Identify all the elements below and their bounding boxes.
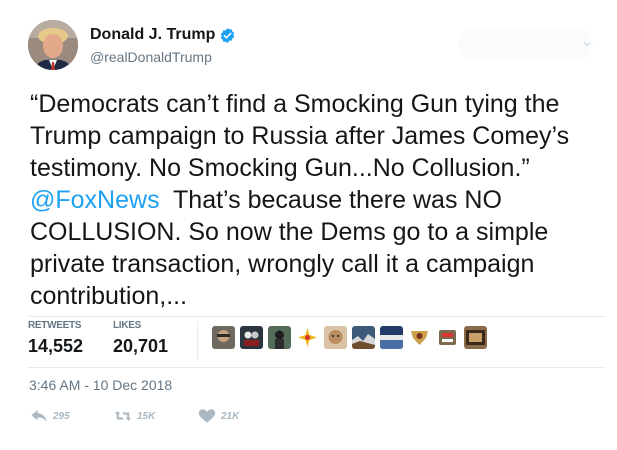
tweet-timestamp[interactable]: 3:46 AM - 10 Dec 2018 <box>29 377 172 393</box>
display-name[interactable]: Donald J. Trump <box>90 26 215 44</box>
retweets-label: RETWEETS <box>28 320 82 331</box>
liker-avatar-5[interactable] <box>324 326 347 349</box>
retweet-button[interactable]: 15K <box>114 408 198 424</box>
retweets-count: 14,552 <box>28 336 84 356</box>
profile-avatar[interactable] <box>28 20 78 70</box>
tweet-actions: 295 15K 21K <box>30 408 282 424</box>
stats-separator <box>197 322 198 360</box>
heart-icon <box>198 409 216 423</box>
reply-button[interactable]: 295 <box>30 408 114 424</box>
likes-stat[interactable]: LIKES 20,701 <box>113 320 168 357</box>
retweet-icon <box>114 411 132 421</box>
user-info: Donald J. Trump @realDonaldTrump <box>90 26 236 65</box>
verified-badge-icon <box>221 27 235 43</box>
liker-avatar-7[interactable] <box>380 326 403 349</box>
reply-count: 295 <box>53 410 70 422</box>
liker-avatar-4[interactable] <box>296 326 319 349</box>
retweet-count: 15K <box>137 410 156 422</box>
liker-avatar-9[interactable] <box>436 326 459 349</box>
liker-avatars <box>212 326 487 349</box>
liker-avatar-2[interactable] <box>240 326 263 349</box>
liker-avatar-3[interactable] <box>268 326 291 349</box>
tweet-header: Donald J. Trump @realDonaldTrump <box>28 18 603 74</box>
liker-avatar-1[interactable] <box>212 326 235 349</box>
reply-icon <box>31 410 47 422</box>
liker-avatar-10[interactable] <box>464 326 487 349</box>
tweet-text-part-1: “Democrats can’t find a Smocking Gun tyi… <box>30 90 577 182</box>
like-count: 21K <box>221 410 240 422</box>
liker-avatar-8[interactable] <box>408 326 431 349</box>
name-row: Donald J. Trump <box>90 26 236 44</box>
mention-link[interactable]: @FoxNews <box>30 186 160 214</box>
follow-button[interactable] <box>457 28 593 60</box>
avatar-image <box>28 20 78 70</box>
divider-bottom <box>28 367 606 368</box>
likes-label: LIKES <box>113 320 141 331</box>
like-button[interactable]: 21K <box>198 408 282 424</box>
chevron-down-icon[interactable] <box>583 40 591 48</box>
retweets-stat[interactable]: RETWEETS 14,552 <box>28 320 83 357</box>
liker-avatar-6[interactable] <box>352 326 375 349</box>
tweet-text: “Democrats can’t find a Smocking Gun tyi… <box>30 88 590 312</box>
divider-top <box>28 316 606 317</box>
likes-count: 20,701 <box>113 336 169 356</box>
user-handle: @realDonaldTrump <box>90 49 212 65</box>
